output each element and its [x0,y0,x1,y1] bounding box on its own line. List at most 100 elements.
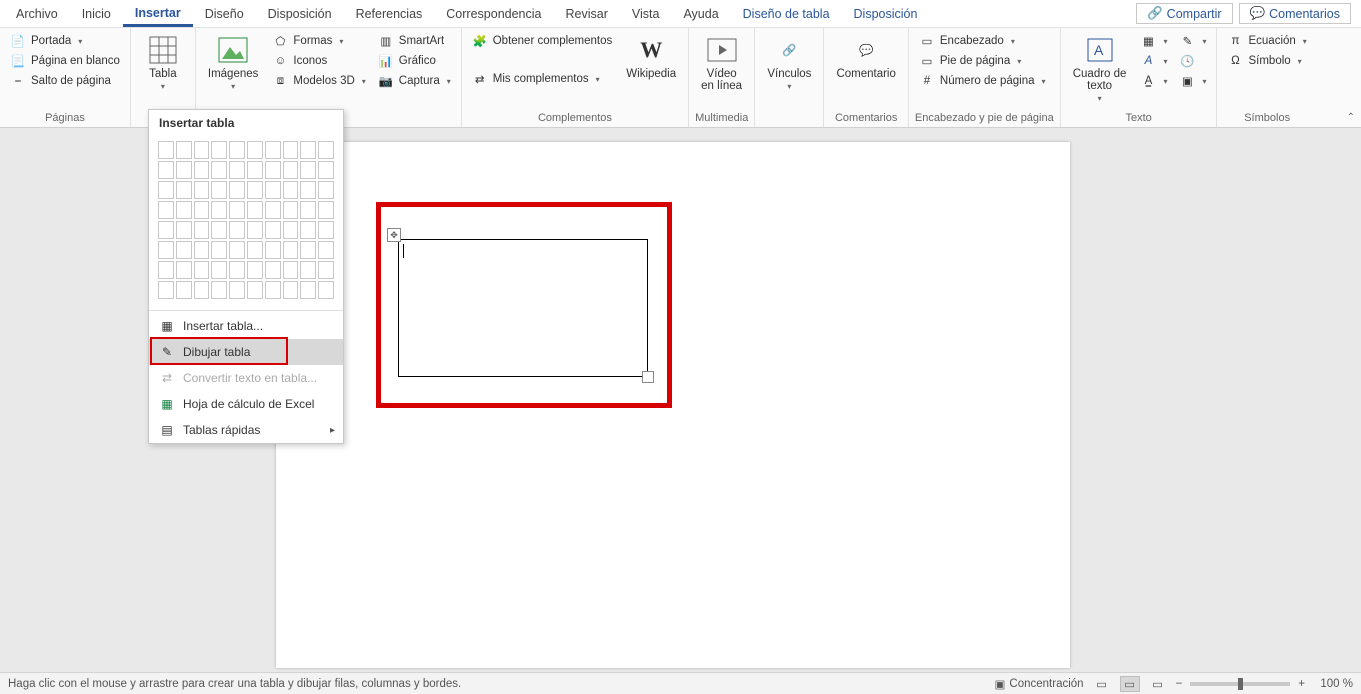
table-button[interactable]: Tabla ▾ [137,32,189,93]
table-grid-cell[interactable] [176,181,192,199]
table-grid-cell[interactable] [283,281,299,299]
my-addins-button[interactable]: ⇄Mis complementos▾ [468,70,617,88]
table-grid-cell[interactable] [283,141,299,159]
tab-insert[interactable]: Insertar [123,2,193,27]
table-grid-cell[interactable] [300,161,316,179]
table-grid-cell[interactable] [318,141,334,159]
symbol-button[interactable]: ΩSímbolo▾ [1223,52,1310,70]
table-grid-cell[interactable] [300,181,316,199]
table-grid-cell[interactable] [158,141,174,159]
table-grid-cell[interactable] [194,241,210,259]
table-grid-cell[interactable] [265,181,281,199]
table-grid-cell[interactable] [283,221,299,239]
table-grid-cell[interactable] [211,161,227,179]
table-grid-cell[interactable] [176,201,192,219]
insert-table-item[interactable]: ▦Insertar tabla... [149,313,343,339]
table-grid-cell[interactable] [194,161,210,179]
cover-page-button[interactable]: 📄Portada▾ [6,32,124,50]
table-grid-cell[interactable] [247,201,263,219]
tab-home[interactable]: Inicio [70,3,123,25]
zoom-out-button[interactable]: − [1176,678,1183,690]
table-grid-cell[interactable] [300,241,316,259]
table-grid-cell[interactable] [211,221,227,239]
table-grid-cell[interactable] [247,221,263,239]
table-grid-cell[interactable] [194,201,210,219]
table-grid-cell[interactable] [300,201,316,219]
table-grid-cell[interactable] [265,161,281,179]
quickparts-button[interactable]: ▦▾ [1136,32,1171,50]
table-grid-cell[interactable] [211,261,227,279]
models3d-button[interactable]: ⧈Modelos 3D▾ [268,72,369,90]
table-grid-cell[interactable] [283,161,299,179]
signature-button[interactable]: ✎▾ [1175,32,1210,50]
zoom-percent[interactable]: 100 % [1313,678,1353,690]
table-grid-cell[interactable] [158,181,174,199]
zoom-thumb[interactable] [1238,678,1243,690]
focus-mode-button[interactable]: ▣Concentración [995,677,1084,691]
table-grid-cell[interactable] [318,261,334,279]
table-grid-cell[interactable] [211,281,227,299]
table-grid-cell[interactable] [176,241,192,259]
table-grid-cell[interactable] [247,141,263,159]
print-layout-button[interactable]: ▭ [1120,676,1140,692]
web-layout-button[interactable]: ▭ [1148,676,1168,692]
table-grid-cell[interactable] [265,241,281,259]
table-grid-cell[interactable] [194,261,210,279]
page[interactable]: ✥ [276,142,1070,668]
header-button[interactable]: ▭Encabezado▾ [915,32,1050,50]
wordart-button[interactable]: A▾ [1136,52,1171,70]
table-grid-cell[interactable] [194,281,210,299]
zoom-slider[interactable] [1190,682,1290,686]
tab-table-layout[interactable]: Disposición [842,3,930,25]
draw-table-item[interactable]: ✎Dibujar tabla [149,339,343,365]
tab-mailings[interactable]: Correspondencia [434,3,553,25]
table-grid-cell[interactable] [176,221,192,239]
icons-button[interactable]: ☺Iconos [268,52,369,70]
excel-spreadsheet-item[interactable]: ▦Hoja de cálculo de Excel [149,391,343,417]
tab-review[interactable]: Revisar [553,3,619,25]
comments-button[interactable]: 💬Comentarios [1239,3,1351,24]
table-grid-cell[interactable] [229,281,245,299]
table-grid-cell[interactable] [229,201,245,219]
page-break-button[interactable]: ⎯Salto de página [6,72,124,90]
table-grid-cell[interactable] [318,161,334,179]
table-grid-cell[interactable] [247,241,263,259]
table-grid-cell[interactable] [158,281,174,299]
table-grid-cell[interactable] [211,141,227,159]
table-grid-cell[interactable] [318,221,334,239]
table-grid-cell[interactable] [176,261,192,279]
table-grid-cell[interactable] [300,281,316,299]
table-grid-cell[interactable] [318,201,334,219]
read-mode-button[interactable]: ▭ [1092,676,1112,692]
share-button[interactable]: 🔗Compartir [1136,3,1232,24]
equation-button[interactable]: πEcuación▾ [1223,32,1310,50]
table-grid-cell[interactable] [283,201,299,219]
comment-button[interactable]: 💬 Comentario [830,32,901,82]
table-grid-cell[interactable] [318,241,334,259]
table-grid-cell[interactable] [283,261,299,279]
tab-references[interactable]: Referencias [344,3,435,25]
table-grid-cell[interactable] [247,261,263,279]
table-move-handle[interactable]: ✥ [387,228,401,242]
table-size-grid[interactable] [149,136,343,308]
footer-button[interactable]: ▭Pie de página▾ [915,52,1050,70]
images-button[interactable]: Imágenes ▾ [202,32,265,93]
table-grid-cell[interactable] [158,241,174,259]
table-grid-cell[interactable] [211,181,227,199]
table-grid-cell[interactable] [176,161,192,179]
table-grid-cell[interactable] [158,161,174,179]
table-grid-cell[interactable] [247,181,263,199]
shapes-button[interactable]: ⬠Formas▾ [268,32,369,50]
dropcap-button[interactable]: A͇▾ [1136,72,1171,90]
zoom-in-button[interactable]: + [1298,678,1305,690]
pagenum-button[interactable]: #Número de página▾ [915,72,1050,90]
table-grid-cell[interactable] [158,221,174,239]
table-grid-cell[interactable] [300,141,316,159]
table-grid-cell[interactable] [194,221,210,239]
table-grid-cell[interactable] [176,281,192,299]
table-grid-cell[interactable] [247,281,263,299]
tab-layout[interactable]: Disposición [256,3,344,25]
table-grid-cell[interactable] [247,161,263,179]
object-button[interactable]: ▣▾ [1175,72,1210,90]
table-grid-cell[interactable] [283,241,299,259]
